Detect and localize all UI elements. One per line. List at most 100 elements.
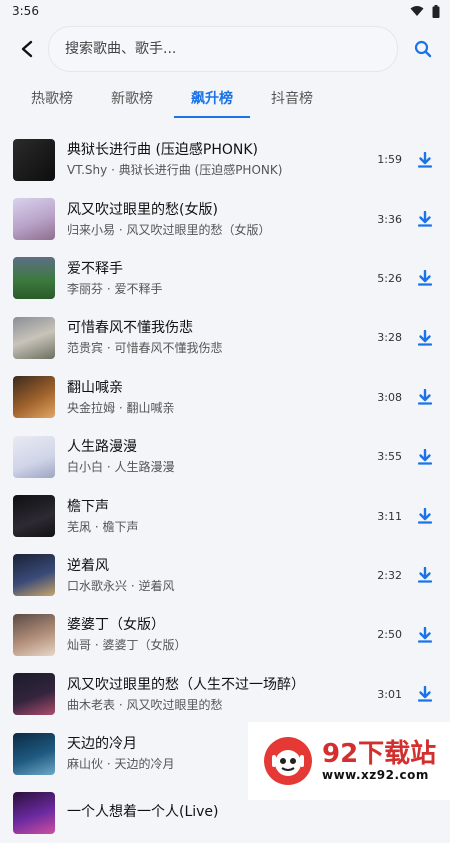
song-title: 风又吹过眼里的愁(女版): [67, 201, 218, 218]
download-button[interactable]: [414, 505, 436, 527]
song-meta: 爱不释手 李丽芬 · 爱不释手: [67, 259, 366, 298]
download-icon: [418, 508, 432, 524]
song-title: 檐下声: [67, 498, 109, 515]
watermark-logo-icon: [264, 737, 312, 785]
song-row[interactable]: 人生路漫漫白小白 · 人生路漫漫 3:55: [0, 427, 450, 486]
song-meta: 可惜春风不懂我伤悲范贵宾 · 可惜春风不懂我伤悲: [67, 318, 366, 357]
album-cover: [13, 495, 55, 538]
song-row[interactable]: 风又吹过眼里的愁(女版) 归来小易 · 风又吹过眼里的愁（女版） 3:36: [0, 189, 450, 248]
search-input[interactable]: [63, 40, 383, 58]
song-title: 翻山喊亲: [67, 379, 123, 396]
download-button[interactable]: [414, 564, 436, 586]
song-title: 典狱长进行曲 (压迫感PHONK): [67, 142, 259, 159]
download-button[interactable]: [414, 683, 436, 705]
download-icon: [418, 151, 432, 168]
song-row[interactable]: 翻山喊亲央金拉姆 · 翻山喊亲 3:08: [0, 368, 450, 427]
song-artist-album: 白小白 · 人生路漫漫: [67, 460, 175, 475]
song-row[interactable]: 婆婆丁（女版） 灿哥 · 婆婆丁（女版） 2:50: [0, 605, 450, 664]
watermark-url: www.xz92.com: [322, 768, 429, 782]
download-button[interactable]: [414, 327, 436, 349]
search-box[interactable]: [48, 26, 398, 72]
search-button[interactable]: [406, 32, 440, 66]
song-duration: 1:59: [377, 153, 402, 167]
song-meta: 风又吹过眼里的愁(女版) 归来小易 · 风又吹过眼里的愁（女版）: [67, 200, 366, 239]
song-artist-album: 曲木老表 · 风又吹过眼里的愁: [67, 697, 223, 712]
download-icon: [418, 626, 432, 643]
album-cover: [13, 376, 55, 419]
back-arrow-icon: [21, 40, 33, 58]
song-artist-album: 央金拉姆 · 翻山喊亲: [67, 400, 175, 415]
search-icon: [414, 40, 432, 58]
tab-hot[interactable]: 热歌榜: [12, 76, 92, 124]
album-cover: [13, 791, 55, 834]
song-duration: 5:26: [377, 271, 402, 285]
download-button[interactable]: [414, 267, 436, 289]
song-artist-album: VT.Shy · 典狱长进行曲 (压迫感PHONK): [67, 163, 283, 178]
song-meta: 人生路漫漫白小白 · 人生路漫漫: [67, 437, 366, 476]
song-row[interactable]: 可惜春风不懂我伤悲 范贵宾 · 可惜春风不懂我伤悲 3:28: [0, 308, 450, 367]
download-icon: [418, 270, 432, 287]
download-button[interactable]: [414, 149, 436, 171]
song-duration: 2:50: [377, 628, 402, 642]
watermark: 92下载站 www.xz92.com: [248, 722, 450, 800]
song-artist-album: 范贵宾 · 可惜春风不懂我伤悲: [67, 341, 223, 356]
album-cover: [13, 138, 55, 181]
song-meta: 檐下声芜凩 · 檐下声: [67, 497, 366, 536]
download-icon: [418, 389, 432, 405]
song-duration: 3:55: [377, 450, 402, 464]
watermark-title: 92下载站: [322, 739, 437, 769]
song-row[interactable]: 爱不释手 李丽芬 · 爱不释手 5:26: [0, 249, 450, 308]
song-duration: 3:08: [377, 390, 402, 404]
song-title: 婆婆丁（女版）: [67, 617, 165, 634]
album-cover: [13, 554, 55, 597]
album-cover: [13, 435, 55, 478]
tab-douyin[interactable]: 抖音榜: [252, 76, 332, 124]
status-time: 3:56: [12, 4, 39, 18]
song-artist-album: 口水歌永兴 · 逆着风: [67, 578, 175, 593]
song-meta: 逆着风口水歌永兴 · 逆着风: [67, 556, 366, 595]
album-cover: [13, 198, 55, 241]
download-button[interactable]: [414, 208, 436, 230]
back-button[interactable]: [14, 36, 40, 62]
download-icon: [418, 567, 432, 584]
download-icon: [418, 448, 432, 465]
status-bar: 3:56: [0, 0, 450, 22]
album-cover: [13, 316, 55, 359]
download-icon: [418, 686, 432, 702]
song-artist-album: 灿哥 · 婆婆丁（女版）: [67, 638, 187, 653]
chart-tabs: 热歌榜 新歌榜 飙升榜 抖音榜: [0, 76, 450, 124]
song-meta: 一个人想着一个人(Live): [67, 802, 436, 823]
download-icon: [418, 329, 432, 346]
song-title: 逆着风: [67, 557, 109, 574]
song-meta: 典狱长进行曲 (压迫感PHONK) VT.Shy · 典狱长进行曲 (压迫感PHO…: [67, 140, 366, 179]
song-duration: 3:01: [377, 687, 402, 701]
album-cover: [13, 673, 55, 716]
tab-new[interactable]: 新歌榜: [92, 76, 172, 124]
song-row[interactable]: 典狱长进行曲 (压迫感PHONK) VT.Shy · 典狱长进行曲 (压迫感PHO…: [0, 130, 450, 189]
download-button[interactable]: [414, 624, 436, 646]
download-button[interactable]: [414, 386, 436, 408]
tab-rising[interactable]: 飙升榜: [172, 76, 252, 124]
song-title: 可惜春风不懂我伤悲: [67, 320, 193, 337]
song-row[interactable]: 檐下声芜凩 · 檐下声 3:11: [0, 486, 450, 545]
song-meta: 翻山喊亲央金拉姆 · 翻山喊亲: [67, 378, 366, 417]
song-row[interactable]: 风又吹过眼里的愁（人生不过一场醉） 曲木老表 · 风又吹过眼里的愁 3:01: [0, 665, 450, 724]
song-title: 人生路漫漫: [67, 439, 137, 456]
album-cover: [13, 257, 55, 300]
download-icon: [418, 211, 432, 227]
song-row[interactable]: 逆着风口水歌永兴 · 逆着风 2:32: [0, 546, 450, 605]
status-icons: [410, 4, 440, 18]
song-duration: 3:11: [377, 509, 402, 523]
song-title: 一个人想着一个人(Live): [67, 804, 219, 821]
song-meta: 婆婆丁（女版） 灿哥 · 婆婆丁（女版）: [67, 615, 366, 654]
battery-icon: [432, 4, 440, 18]
song-title: 风又吹过眼里的愁（人生不过一场醉）: [67, 676, 305, 693]
song-artist-album: 芜凩 · 檐下声: [67, 519, 139, 534]
song-title: 爱不释手: [67, 260, 123, 277]
download-button[interactable]: [414, 446, 436, 468]
wifi-icon: [410, 6, 424, 16]
search-header: [0, 22, 450, 76]
album-cover: [13, 613, 55, 656]
song-duration: 2:32: [377, 568, 402, 582]
song-artist-album: 归来小易 · 风又吹过眼里的愁（女版）: [67, 222, 271, 237]
